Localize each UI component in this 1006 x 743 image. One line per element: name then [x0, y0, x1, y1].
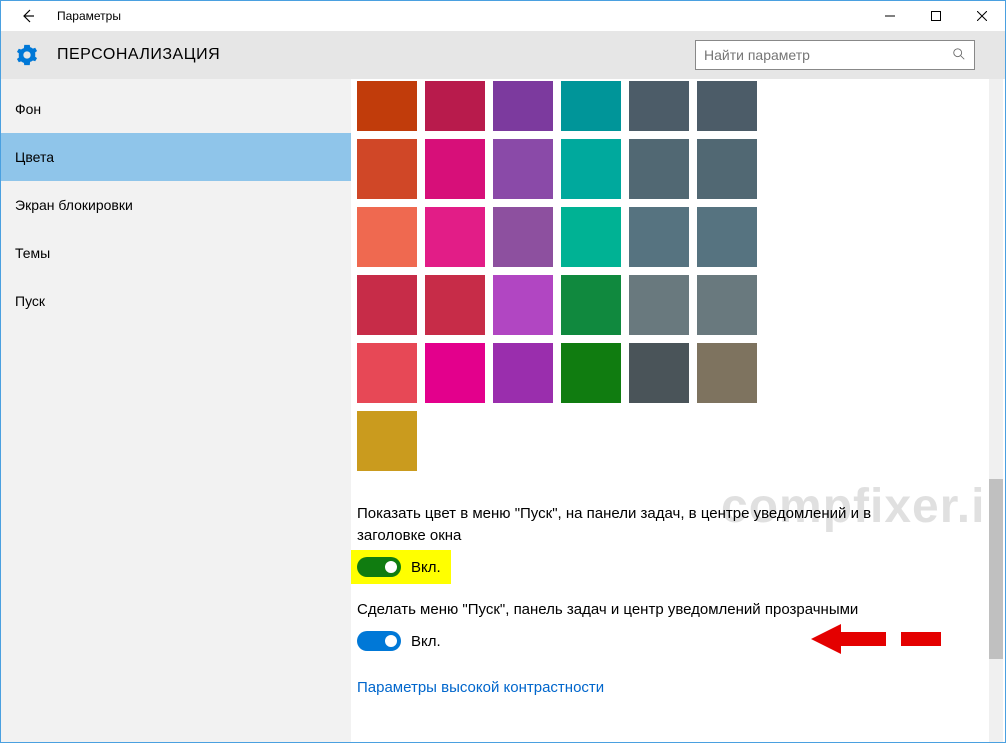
sidebar-item-themes[interactable]: Темы [1, 229, 351, 277]
annotation-arrow [811, 619, 951, 659]
titlebar: Параметры [1, 1, 1005, 31]
minimize-button[interactable] [867, 1, 913, 31]
color-palette [357, 81, 987, 403]
sidebar: Фон Цвета Экран блокировки Темы Пуск [1, 79, 351, 742]
color-swatch[interactable] [493, 81, 553, 131]
search-input[interactable] [704, 47, 952, 63]
window-controls [867, 1, 1005, 31]
sidebar-item-label: Цвета [15, 149, 54, 165]
search-icon [952, 47, 966, 64]
toggle-show-color[interactable] [357, 557, 401, 577]
color-swatch[interactable] [697, 207, 757, 267]
color-swatch[interactable] [697, 81, 757, 131]
color-swatch[interactable] [357, 275, 417, 335]
toggle-state: Вкл. [411, 559, 441, 576]
color-swatch[interactable] [629, 343, 689, 403]
gear-icon [15, 43, 39, 67]
color-swatch[interactable] [493, 343, 553, 403]
sidebar-item-label: Пуск [15, 293, 45, 309]
content: compfixer.info Показать цвет в меню "Пус… [351, 79, 1005, 742]
maximize-button[interactable] [913, 1, 959, 31]
sidebar-item-start[interactable]: Пуск [1, 277, 351, 325]
color-swatch[interactable] [357, 139, 417, 199]
sidebar-item-label: Темы [15, 245, 50, 261]
high-contrast-link[interactable]: Параметры высокой контрастности [357, 679, 604, 696]
color-swatch[interactable] [493, 207, 553, 267]
section-title: ПЕРСОНАЛИЗАЦИЯ [57, 46, 220, 64]
toggle-transparency[interactable] [357, 631, 401, 651]
color-swatch[interactable] [697, 275, 757, 335]
color-swatch[interactable] [561, 275, 621, 335]
sidebar-item-lockscreen[interactable]: Экран блокировки [1, 181, 351, 229]
search-box[interactable] [695, 40, 975, 70]
color-swatch[interactable] [493, 275, 553, 335]
color-swatch[interactable] [561, 81, 621, 131]
color-swatch[interactable] [697, 139, 757, 199]
color-swatch[interactable] [425, 275, 485, 335]
color-swatch[interactable] [629, 81, 689, 131]
option-show-color: Показать цвет в меню "Пуск", на панели з… [357, 503, 897, 577]
color-swatch[interactable] [493, 139, 553, 199]
color-swatch[interactable] [357, 411, 417, 471]
back-button[interactable] [13, 1, 43, 31]
option-label: Сделать меню "Пуск", панель задач и цент… [357, 599, 897, 621]
color-swatch[interactable] [357, 207, 417, 267]
color-swatch[interactable] [561, 207, 621, 267]
sidebar-item-label: Фон [15, 101, 41, 117]
color-swatch[interactable] [357, 343, 417, 403]
sidebar-item-background[interactable]: Фон [1, 85, 351, 133]
color-swatch[interactable] [561, 343, 621, 403]
scrollbar-thumb[interactable] [989, 479, 1003, 659]
color-swatch[interactable] [629, 275, 689, 335]
color-swatch[interactable] [425, 81, 485, 131]
color-swatch[interactable] [629, 207, 689, 267]
close-button[interactable] [959, 1, 1005, 31]
color-swatch[interactable] [425, 139, 485, 199]
color-swatch[interactable] [357, 81, 417, 131]
color-swatch[interactable] [561, 139, 621, 199]
sidebar-item-colors[interactable]: Цвета [1, 133, 351, 181]
color-swatch[interactable] [425, 343, 485, 403]
option-label: Показать цвет в меню "Пуск", на панели з… [357, 503, 897, 547]
color-swatch[interactable] [425, 207, 485, 267]
toggle-state: Вкл. [411, 633, 441, 650]
window-title: Параметры [57, 9, 121, 23]
sidebar-item-label: Экран блокировки [15, 197, 133, 213]
header: ПЕРСОНАЛИЗАЦИЯ [1, 31, 1005, 79]
color-swatch[interactable] [629, 139, 689, 199]
color-swatch[interactable] [697, 343, 757, 403]
